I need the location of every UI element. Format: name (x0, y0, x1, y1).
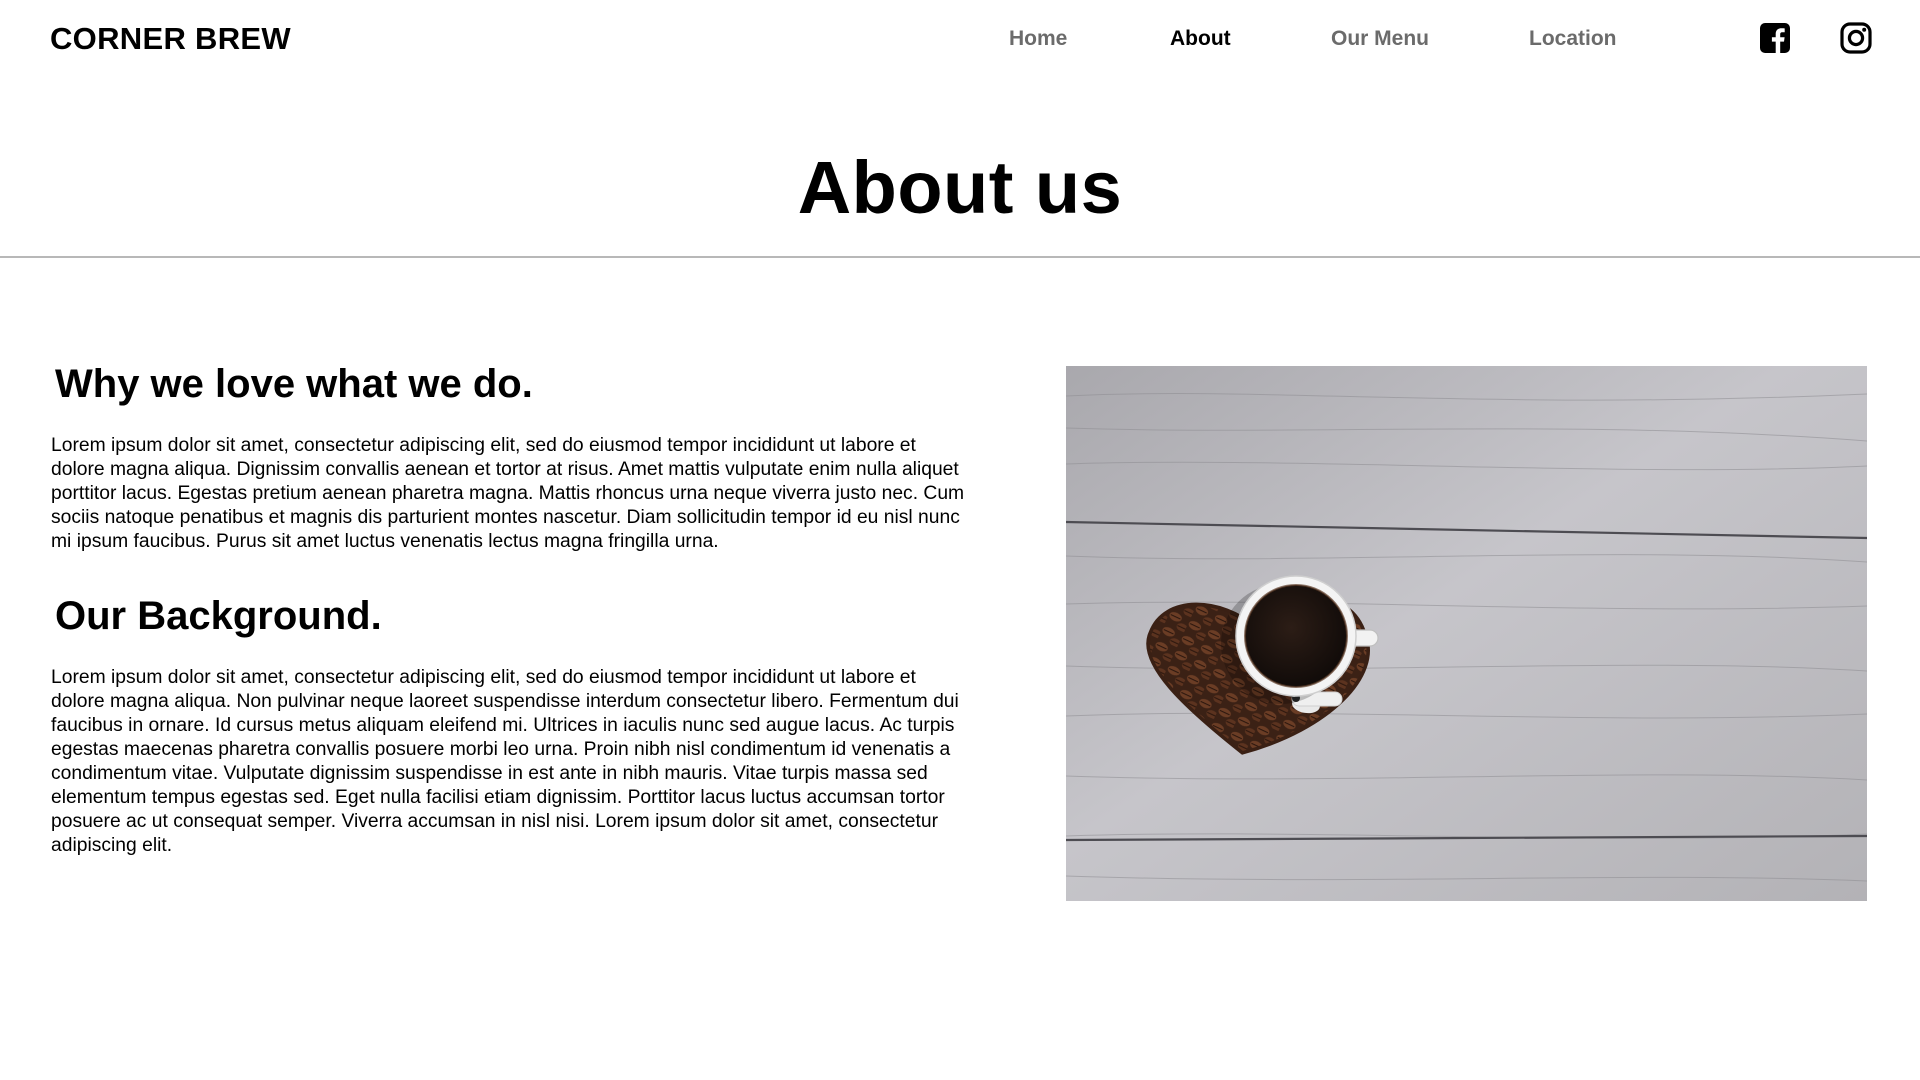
section-heading-why: Why we love what we do. (55, 362, 533, 406)
about-page: CORNER BREW Home About Our Menu Location… (0, 0, 1920, 1080)
nav-about-link[interactable]: About (1170, 24, 1231, 54)
coffee-heart-photo (1066, 366, 1867, 901)
nav-our-menu-link[interactable]: Our Menu (1331, 24, 1429, 54)
title-divider (0, 256, 1920, 258)
main-nav: Home About Our Menu Location (0, 24, 1920, 54)
page-title: About us (797, 146, 1123, 229)
instagram-icon[interactable] (1839, 21, 1873, 55)
nav-home-link[interactable]: Home (1009, 24, 1067, 54)
section-body-background: Lorem ipsum dolor sit amet, consectetur … (51, 667, 959, 856)
nav-location-link[interactable]: Location (1529, 24, 1617, 54)
facebook-icon[interactable] (1758, 21, 1792, 55)
about-text-column: Why we love what we do. Lorem ipsum dolo… (51, 360, 971, 858)
section-body-why: Lorem ipsum dolor sit amet, consectetur … (51, 435, 965, 552)
section-heading-background: Our Background. (55, 594, 382, 638)
